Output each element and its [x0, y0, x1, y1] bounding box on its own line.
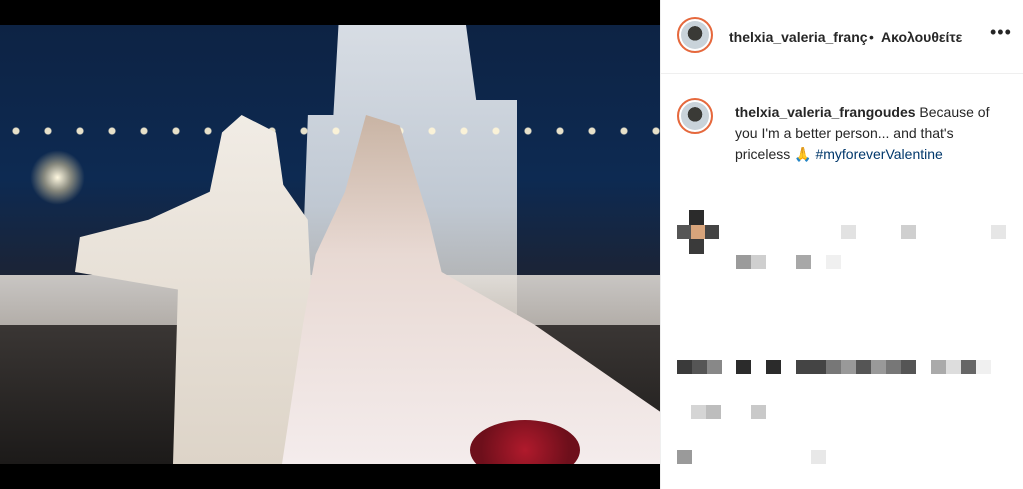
redacted-avatar: [689, 210, 704, 225]
post-header: thelxia_valeria_franç • Ακολουθείτε •••: [661, 0, 1023, 74]
redacted-text: [886, 360, 901, 374]
redacted-text: [901, 360, 916, 374]
redacted-text: [976, 360, 991, 374]
redacted-text: [766, 360, 781, 374]
redacted-text: [901, 225, 916, 239]
redacted-text: [811, 450, 826, 464]
post-media-panel: [0, 0, 660, 489]
redacted-text: [946, 360, 961, 374]
following-button[interactable]: Ακολουθείτε: [881, 29, 962, 45]
redacted-text: [706, 405, 721, 419]
redacted-text: [751, 405, 766, 419]
redacted-text: [707, 360, 722, 374]
caption-avatar[interactable]: [677, 98, 713, 134]
more-options-icon[interactable]: •••: [990, 22, 1012, 43]
caption-hashtag[interactable]: #myforeverValentine: [815, 146, 942, 162]
instagram-post-viewer: thelxia_valeria_franç • Ακολουθείτε ••• …: [0, 0, 1023, 489]
redacted-avatar: [691, 225, 705, 239]
redacted-text: [677, 450, 692, 464]
photo-string-lights: [0, 120, 660, 200]
redacted-text: [856, 360, 871, 374]
redacted-text: [826, 360, 841, 374]
redacted-text: [736, 360, 751, 374]
caption-username[interactable]: thelxia_valeria_frangoudes: [735, 104, 916, 120]
redacted-text: [871, 360, 886, 374]
redacted-avatar: [677, 225, 691, 239]
redacted-text: [691, 405, 706, 419]
redacted-text: [692, 360, 707, 374]
redacted-text: [796, 360, 811, 374]
redacted-text: [677, 360, 692, 374]
post-side-panel: thelxia_valeria_franç • Ακολουθείτε ••• …: [660, 0, 1023, 489]
redacted-text: [841, 360, 856, 374]
redacted-text: [841, 225, 856, 239]
wedding-photo[interactable]: [0, 25, 660, 464]
header-separator: •: [869, 29, 874, 45]
avatar[interactable]: [677, 17, 713, 53]
redacted-avatar: [705, 225, 719, 239]
redacted-text: [811, 360, 826, 374]
redacted-text: [751, 255, 766, 269]
redacted-text: [991, 225, 1006, 239]
redacted-text: [796, 255, 811, 269]
photo-sparkler: [30, 150, 85, 205]
redacted-avatar: [689, 239, 704, 254]
header-username[interactable]: thelxia_valeria_franç: [729, 29, 868, 45]
redacted-text: [826, 255, 841, 269]
redacted-text: [736, 255, 751, 269]
redacted-text: [961, 360, 976, 374]
redacted-text: [931, 360, 946, 374]
caption-text: thelxia_valeria_frangoudes Because of yo…: [735, 102, 1005, 165]
